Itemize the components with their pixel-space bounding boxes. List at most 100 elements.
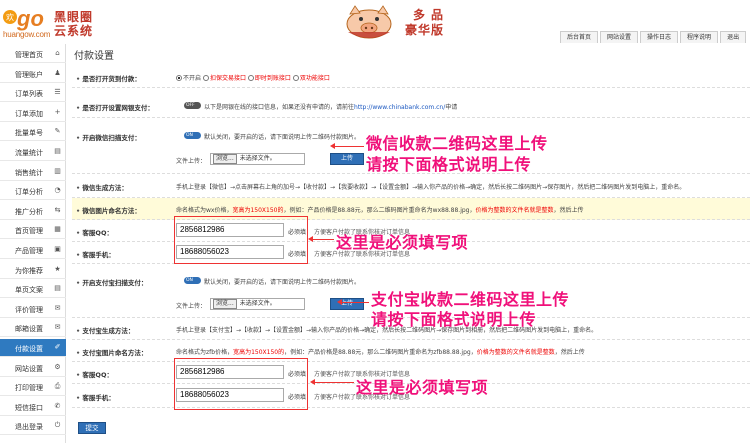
page-title: 付款设置 <box>74 51 114 62</box>
sidebar-item-label: 评价管理 <box>15 305 43 314</box>
sidebar-item[interactable]: 管理首页 ⌂ <box>0 45 66 63</box>
alipay-phone-label: 客服手机： <box>76 392 115 402</box>
alipay-naming-c: ，例如：产品价格是88.88元，那么二维码图片重命名为zfb88.88.jpg， <box>284 349 477 356</box>
sidebar-item[interactable]: 管理账户 ♟ <box>0 65 66 83</box>
nav-tab-logout[interactable]: 退出 <box>720 31 747 43</box>
sidebar-item[interactable]: 退出登录 ⏻ <box>0 417 66 436</box>
sidebar-item[interactable]: 订单分析 ◔ <box>0 182 66 201</box>
cod-option-0: 不开启 <box>183 75 202 82</box>
sidebar-item-label: 批量单号 <box>15 129 43 138</box>
list-icon: ☰ <box>54 88 61 97</box>
sidebar-item-label: 网站设置 <box>15 364 43 373</box>
sidebar-item-label: 邮箱设置 <box>15 325 43 334</box>
comment-icon: ✉ <box>54 303 61 312</box>
sidebar-item-label: 管理首页 <box>15 51 43 59</box>
radio-cod-dual[interactable] <box>292 75 299 81</box>
wechat-file-label: 文件上传： <box>176 158 207 165</box>
wechat-upload-button[interactable]: 上传 <box>330 153 364 165</box>
online-bank-text: 以下是网银在线的接口信息，如果还没有申请的，请前往http://www.chin… <box>204 102 457 111</box>
sidebar-item[interactable]: 推广分析 ⇆ <box>0 202 66 220</box>
sidebar-item-label: 销售统计 <box>15 168 43 177</box>
sidebar-item-label: 付款设置 <box>15 345 43 353</box>
sidebar-item[interactable]: 邮箱设置 ✉ <box>0 319 66 338</box>
cod-option-2: 即时到账接口 <box>254 75 291 82</box>
alipay-file-input[interactable]: 浏览... 未选择文件。 <box>210 298 305 310</box>
alipay-required-callout-box <box>174 358 308 410</box>
sidebar-item[interactable]: 订单添加 + <box>0 104 66 122</box>
chart-icon: ▤ <box>54 147 61 155</box>
gear-icon: ⚙ <box>54 362 61 371</box>
wechat-toggle[interactable]: ON <box>184 132 201 139</box>
wechat-naming-e: ，然后上传 <box>553 207 584 214</box>
wechat-file-input[interactable]: 浏览... 未选择文件。 <box>210 153 305 165</box>
sidebar-item[interactable]: 产品管理 ▣ <box>0 241 66 259</box>
arrow-wechat-required <box>308 236 334 242</box>
nav-tab-logs[interactable]: 操作日志 <box>640 31 679 43</box>
wechat-naming-d: 价格为整数的文件名就是整数 <box>475 207 554 214</box>
sidebar-item[interactable]: 为你推荐 ★ <box>0 261 66 279</box>
alipay-browse-button[interactable]: 浏览... <box>213 299 237 309</box>
sidebar-item-label: 单页文案 <box>15 286 43 295</box>
chinabank-link[interactable]: http://www.chinabank.com.cn/ <box>354 104 445 111</box>
wechat-qq-label: 客服QQ： <box>76 227 113 237</box>
wechat-desc: 默认关闭，要开启的话，请下面说明上传二维码付款图片。 <box>204 134 361 141</box>
top-nav: 后台首页 网站设置 操作日志 程序说明 退出 <box>560 31 747 43</box>
sidebar-item[interactable]: 销售统计 ▥ <box>0 163 66 181</box>
pie-icon: ◔ <box>54 186 61 195</box>
wechat-required-callout-box <box>174 216 308 264</box>
nav-tab-site-settings[interactable]: 网站设置 <box>600 31 639 43</box>
annotation-alipay-upload-2: 请按下面格式说明上传 <box>371 310 537 329</box>
brand-line2: 云系统 <box>54 24 94 38</box>
sidebar-item-label: 订单分析 <box>15 188 43 197</box>
nav-tab-help[interactable]: 程序说明 <box>680 31 719 43</box>
wechat-enable-label: 开启微信扫描支付： <box>76 132 141 142</box>
alipay-method-label: 支付宝生成方法： <box>76 325 134 335</box>
sidebar-item-label: 打印管理 <box>15 384 43 393</box>
wechat-naming-a: 命名格式为wx价格， <box>176 207 233 214</box>
edit-icon: ✎ <box>54 127 61 136</box>
nav-tab-home[interactable]: 后台首页 <box>560 31 599 43</box>
sidebar-item-label: 订单列表 <box>15 90 43 99</box>
tagline-line2: 豪华版 <box>405 23 445 37</box>
radio-cod-escrow[interactable] <box>202 75 209 81</box>
home-icon: ⌂ <box>55 49 60 57</box>
alipay-naming-label: 支付宝图片命名方法： <box>76 347 147 357</box>
alipay-toggle[interactable]: ON <box>184 277 201 284</box>
sidebar: 管理首页 ⌂ 管理账户 ♟ 订单列表 ☰ 订单添加 + 批量单号 ✎ 流量统计 ▤ 销售统计 ▥ 订单分析 ◔… <box>0 44 66 443</box>
arrow-alipay-required <box>310 379 354 385</box>
sidebar-item[interactable]: 流量统计 ▤ <box>0 143 66 161</box>
radio-cod-instant[interactable] <box>247 75 254 81</box>
sidebar-item-label: 产品管理 <box>15 247 43 255</box>
main-content: 付款设置 是否打开货到付款： 不开启 扣保交易接口 即时到账接口 双功能接口 是… <box>66 44 750 443</box>
wechat-naming-label: 微信图片命名方法： <box>76 205 141 215</box>
online-bank-toggle[interactable]: OFF <box>184 102 201 109</box>
sidebar-item[interactable]: 短信接口 ✆ <box>0 398 66 416</box>
share-icon: ⇆ <box>54 205 61 214</box>
sidebar-item[interactable]: 打印管理 ⎙ <box>0 378 66 397</box>
sidebar-item[interactable]: 付款设置 ✐ <box>0 339 66 357</box>
sidebar-item[interactable]: 评价管理 ✉ <box>0 300 66 318</box>
online-bank-apply: 申请 <box>445 104 458 111</box>
radio-cod-off[interactable] <box>176 75 182 81</box>
box-icon: ▣ <box>54 245 61 253</box>
alipay-naming-d: 价格为整数的文件名就是整数 <box>476 349 555 356</box>
wechat-method-text: 手机上登录【微信】→点击屏幕右上角的加号→【收付款】→【我要收款】→【设置金额】… <box>176 184 686 191</box>
star-icon: ★ <box>54 264 61 273</box>
sidebar-item[interactable]: 网站设置 ⚙ <box>0 359 66 377</box>
cod-option-1: 扣保交易接口 <box>209 75 246 82</box>
doc-icon: ▤ <box>54 284 61 293</box>
pig-mascot-icon <box>346 5 392 39</box>
online-bank-label: 是否打开设置网银支付： <box>76 102 154 112</box>
wechat-browse-button[interactable]: 浏览... <box>213 154 237 164</box>
alipay-enable-label: 开启支付宝扫描支付： <box>76 277 147 287</box>
page-icon: ▦ <box>54 225 61 234</box>
alipay-desc: 默认关闭，要开启的话，请下面说明上传二维码付款图片。 <box>204 279 361 286</box>
sidebar-item[interactable]: 单页文案 ▤ <box>0 280 66 299</box>
sidebar-item[interactable]: 首页管理 ▦ <box>0 221 66 240</box>
sidebar-item[interactable]: 批量单号 ✎ <box>0 123 66 142</box>
alipay-upload-button[interactable]: 上传 <box>330 298 364 310</box>
sidebar-item[interactable]: 订单列表 ☰ <box>0 84 66 103</box>
alipay-naming-b: 宽高为150X150的 <box>233 349 285 356</box>
message-icon: ✆ <box>54 401 61 410</box>
submit-button[interactable]: 提交 <box>78 422 106 434</box>
